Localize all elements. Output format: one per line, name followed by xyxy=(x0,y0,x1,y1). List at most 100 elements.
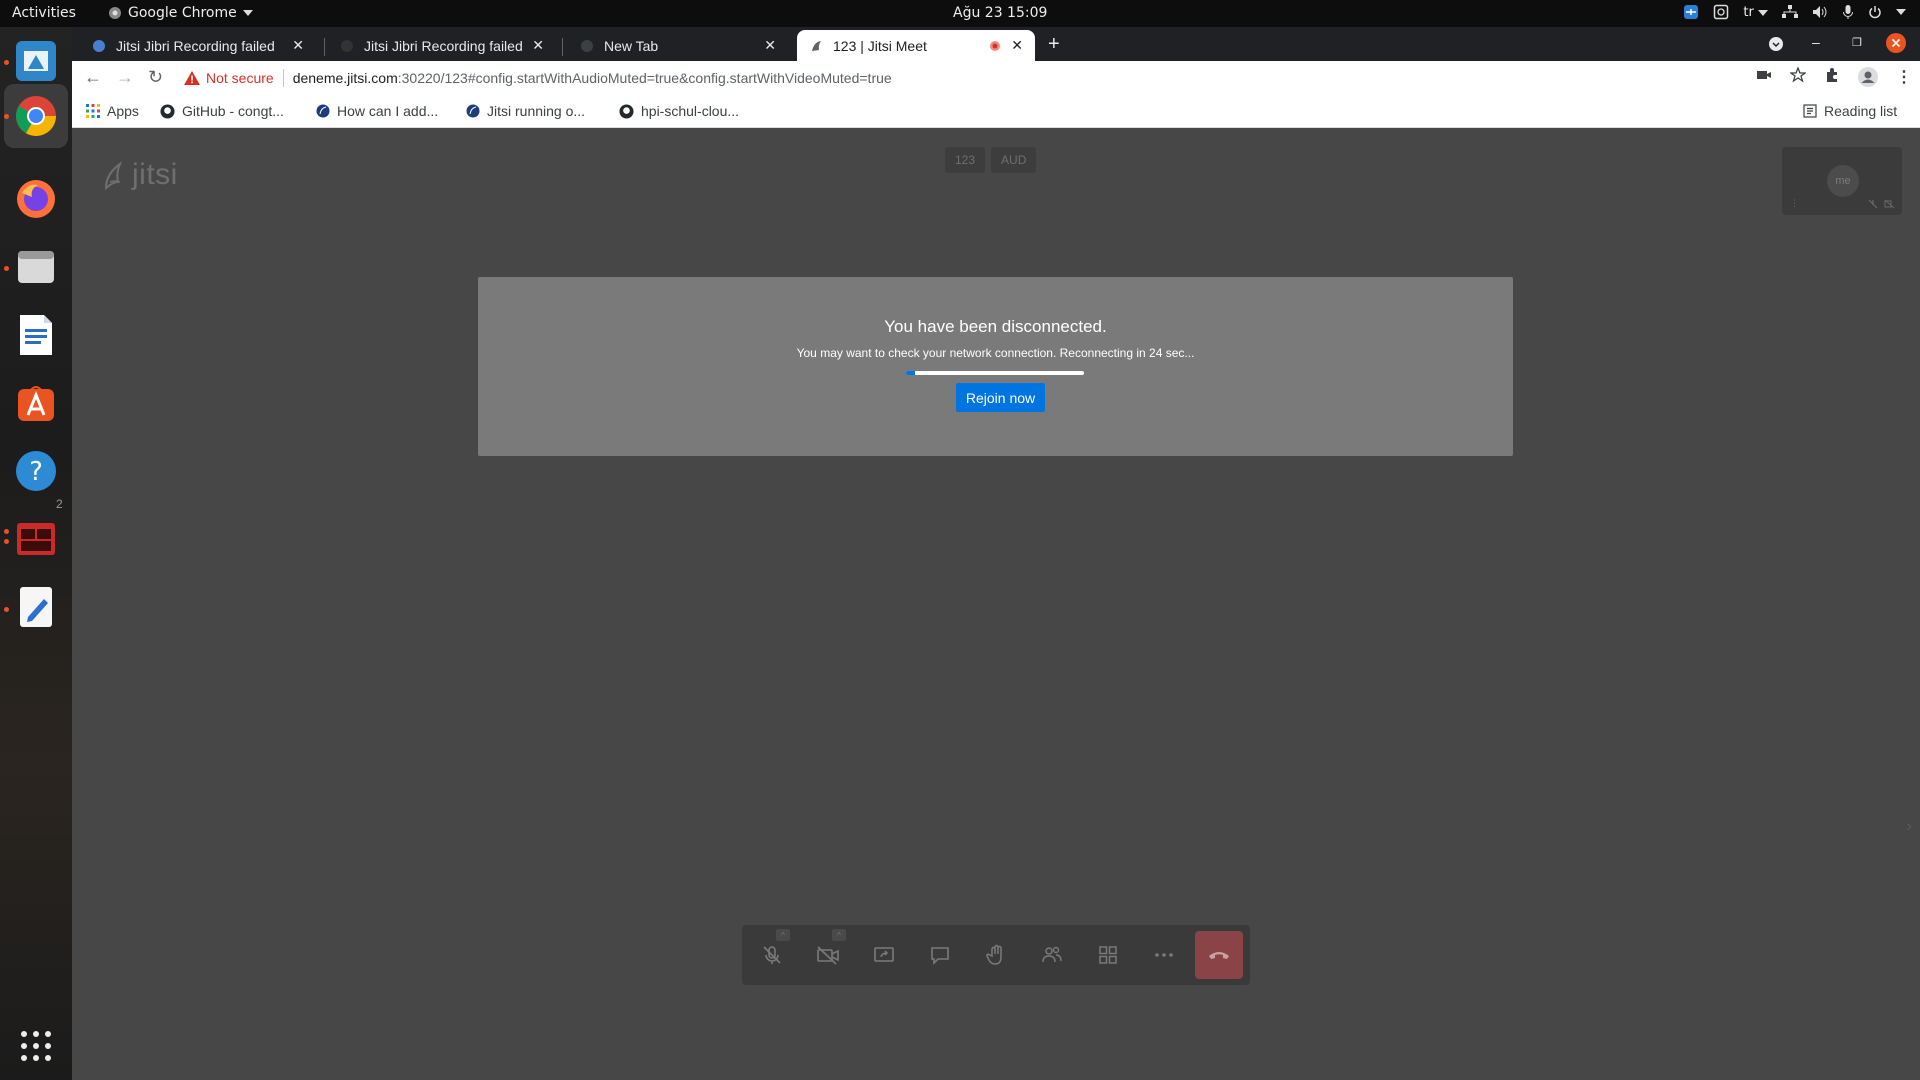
tab-jitsi-jibri-2[interactable]: Jitsi Jibri Recording failed ✕ xyxy=(328,30,556,61)
participants-button[interactable] xyxy=(1032,935,1072,975)
tab-jitsi-jibri-1[interactable]: Jitsi Jibri Recording failed ✕ xyxy=(80,30,316,61)
security-indicator[interactable]: Not secure xyxy=(184,70,274,86)
firefox-icon[interactable] xyxy=(12,175,60,223)
running-indicator xyxy=(4,607,9,612)
microphone-icon[interactable] xyxy=(1842,4,1854,20)
running-indicator xyxy=(4,539,9,544)
jitsi-community-icon xyxy=(466,104,480,118)
reading-list-label: Reading list xyxy=(1824,103,1898,119)
tile-view-button[interactable] xyxy=(1088,935,1128,975)
app-menu[interactable]: Google Chrome xyxy=(108,5,253,21)
chevron-right-icon[interactable]: › xyxy=(1907,818,1912,836)
bookmark-github[interactable]: GitHub - congt... xyxy=(160,103,284,119)
raise-hand-button[interactable] xyxy=(976,935,1016,975)
window-count-badge: 2 xyxy=(56,497,63,511)
address-bar[interactable]: Not secure deneme.jitsi.com:30220/123#co… xyxy=(184,64,1824,92)
github-favicon-icon xyxy=(341,39,353,52)
running-indicator xyxy=(4,114,9,119)
jitsi-app-icon[interactable] xyxy=(12,37,60,85)
screen-share-button[interactable] xyxy=(864,935,904,975)
reading-list-button[interactable]: Reading list xyxy=(1803,103,1897,119)
reload-button[interactable]: ↻ xyxy=(148,67,163,88)
camera-in-use-icon[interactable] xyxy=(1756,67,1772,83)
system-tray[interactable]: tr xyxy=(1683,4,1906,20)
bookmark-label: GitHub - congt... xyxy=(182,103,284,119)
running-indicator xyxy=(4,266,9,271)
restore-button[interactable]: ❐ xyxy=(1852,36,1862,49)
chrome-icon[interactable] xyxy=(4,84,68,148)
browser-toolbar: ← → ↻ Not secure deneme.jitsi.com:30220/… xyxy=(72,61,1920,95)
running-indicator xyxy=(4,60,9,65)
language-indicator[interactable]: tr xyxy=(1743,5,1768,20)
chevron-down-icon xyxy=(242,10,253,16)
bookmark-jitsi-running[interactable]: Jitsi running o... xyxy=(466,103,585,119)
text-editor-icon[interactable] xyxy=(12,583,60,631)
network-icon[interactable] xyxy=(1782,5,1798,19)
clock[interactable]: Ağu 23 15:09 xyxy=(953,5,1047,21)
tile-view-icon xyxy=(1099,946,1117,964)
chrome-menu-button[interactable]: ⋮ xyxy=(1896,67,1912,87)
chevron-down-icon[interactable] xyxy=(1896,9,1906,15)
mic-muted-icon xyxy=(1868,199,1878,209)
jitsi-logo-text: jitsi xyxy=(132,158,178,191)
system-top-bar: Activities Google Chrome Ağu 23 15:09 tr xyxy=(0,0,1920,27)
tab-title: Jitsi Jibri Recording failed xyxy=(364,37,523,54)
new-tab-button[interactable]: + xyxy=(1048,33,1060,56)
extensions-icon[interactable] xyxy=(1824,67,1840,83)
close-icon[interactable]: ✕ xyxy=(1011,37,1023,54)
camera-mute-button[interactable] xyxy=(808,935,848,975)
sync-icon[interactable] xyxy=(1713,4,1729,20)
audio-settings-caret[interactable]: ^ xyxy=(776,929,790,941)
more-horizontal-icon xyxy=(1155,953,1173,957)
close-icon[interactable]: ✕ xyxy=(292,37,304,54)
rejoin-now-button[interactable]: Rejoin now xyxy=(956,383,1045,412)
tab-jitsi-meet[interactable]: 123 | Jitsi Meet ✕ xyxy=(797,30,1035,61)
chat-button[interactable] xyxy=(920,935,960,975)
video-settings-caret[interactable]: ^ xyxy=(832,929,846,941)
writer-icon[interactable] xyxy=(12,311,60,359)
tab-new-tab[interactable]: New Tab ✕ xyxy=(568,30,788,61)
bookmark-hpi-schul-cloud[interactable]: hpi-schul-clou... xyxy=(619,103,739,119)
teamviewer-icon[interactable] xyxy=(1683,4,1699,20)
camera-muted-icon xyxy=(1884,199,1895,209)
jitsi-meet-favicon-icon xyxy=(812,40,821,51)
app-center-icon[interactable] xyxy=(12,379,60,427)
thumbnail-menu-icon[interactable]: ⋮ xyxy=(1790,198,1799,209)
terminal-app-icon[interactable] xyxy=(12,515,60,563)
github-icon xyxy=(160,103,175,119)
back-button[interactable]: ← xyxy=(84,67,102,88)
omnibox-separator xyxy=(282,69,284,87)
toolbar-actions: ⋮ xyxy=(1756,67,1912,87)
close-icon[interactable]: ✕ xyxy=(764,37,776,54)
volume-icon[interactable] xyxy=(1812,5,1828,19)
jitsi-logo-icon xyxy=(104,161,123,190)
more-options-button[interactable] xyxy=(1144,935,1184,975)
raise-hand-icon xyxy=(986,944,1002,965)
local-video-thumbnail[interactable]: me ⋮ xyxy=(1782,147,1902,215)
avatar: me xyxy=(1827,165,1859,197)
profile-avatar-icon[interactable] xyxy=(1858,67,1878,87)
microphone-mute-button[interactable] xyxy=(752,935,792,975)
warning-icon xyxy=(184,71,200,85)
bookmark-apps[interactable]: Apps xyxy=(86,103,139,119)
bookmark-label: How can I add... xyxy=(337,103,439,119)
chrome-small-icon xyxy=(109,7,121,19)
hangup-button[interactable] xyxy=(1195,931,1243,979)
close-icon[interactable]: ✕ xyxy=(532,37,544,54)
tab-search-icon[interactable] xyxy=(1769,37,1783,51)
minimize-button[interactable]: – xyxy=(1812,34,1820,50)
show-applications-icon[interactable] xyxy=(12,1022,60,1070)
activities-button[interactable]: Activities xyxy=(12,5,76,21)
meeting-toolbar: ^ ^ xyxy=(742,925,1250,985)
power-icon[interactable] xyxy=(1868,5,1882,19)
tab-separator xyxy=(562,38,563,56)
files-icon[interactable] xyxy=(12,243,60,291)
close-window-button[interactable] xyxy=(1886,33,1906,53)
forward-button[interactable]: → xyxy=(116,67,134,88)
bookmark-star-icon[interactable] xyxy=(1790,67,1806,83)
help-icon[interactable]: ? xyxy=(12,447,60,495)
jitsi-watermark[interactable]: jitsi xyxy=(102,158,178,192)
reading-list-icon xyxy=(1803,104,1817,118)
reconnect-progress-bar xyxy=(906,371,1084,375)
bookmark-how-can-i-add[interactable]: How can I add... xyxy=(316,103,438,119)
